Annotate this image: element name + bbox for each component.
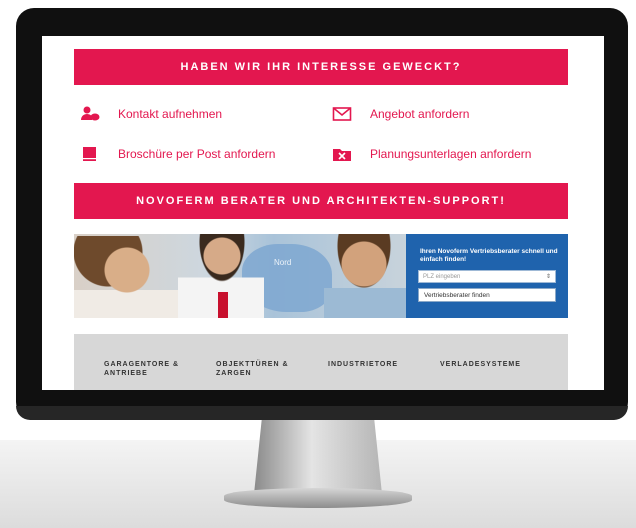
nav-loading-systems[interactable]: VERLADESYSTEME: [440, 360, 536, 369]
zip-placeholder: PLZ eingeben: [423, 274, 461, 280]
search-title: Ihren Novoferm Vertriebsberater schnell …: [420, 248, 558, 263]
nav-garage-doors[interactable]: GARAGENTORE & ANTRIEBE: [104, 360, 200, 378]
nav-industrial-doors[interactable]: INDUSTRIETORE: [328, 360, 424, 369]
offer-link[interactable]: Angebot anfordern: [332, 106, 469, 122]
person-chat-icon: [80, 106, 100, 122]
contact-link[interactable]: Kontakt aufnehmen: [80, 106, 222, 122]
interest-banner: HABEN WIR IHR INTERESSE GEWECKT?: [74, 49, 568, 85]
support-banner: NOVOFERM BERATER UND ARCHITEKTEN-SUPPORT…: [74, 183, 568, 219]
category-nav: GARAGENTORE & ANTRIEBE OBJEKTTÜREN & ZAR…: [74, 334, 568, 390]
consultant-search-panel: Ihren Novoferm Vertriebsberater schnell …: [406, 234, 568, 318]
planning-docs-link[interactable]: Planungsunterlagen anfordern: [332, 146, 531, 162]
book-icon: [80, 146, 100, 162]
nav-object-doors[interactable]: OBJEKTTÜREN & ZARGEN: [216, 360, 312, 378]
map-region-label: Nord: [274, 258, 292, 267]
woman-figure: [74, 236, 182, 318]
red-tie: [218, 292, 228, 318]
envelope-icon: [332, 106, 352, 122]
website-screen: HABEN WIR IHR INTERESSE GEWECKT? Kontakt…: [42, 36, 604, 390]
planning-docs-label: Planungsunterlagen anfordern: [370, 147, 532, 161]
folder-tools-icon: [332, 146, 352, 162]
offer-label: Angebot anfordern: [370, 107, 470, 121]
zip-select[interactable]: PLZ eingeben ⇕: [418, 270, 556, 283]
smiling-man-figure: [324, 234, 406, 318]
contact-label: Kontakt aufnehmen: [118, 107, 223, 121]
select-arrows-icon: ⇕: [545, 274, 551, 280]
monitor-stand-base: [224, 488, 412, 508]
consultants-photo: Nord: [74, 234, 406, 318]
brochure-link[interactable]: Broschüre per Post anfordern: [80, 146, 275, 162]
monitor-stand-neck: [254, 420, 382, 494]
brochure-label: Broschüre per Post anfordern: [118, 147, 276, 161]
find-consultant-button[interactable]: Vertriebsberater finden: [418, 288, 556, 302]
